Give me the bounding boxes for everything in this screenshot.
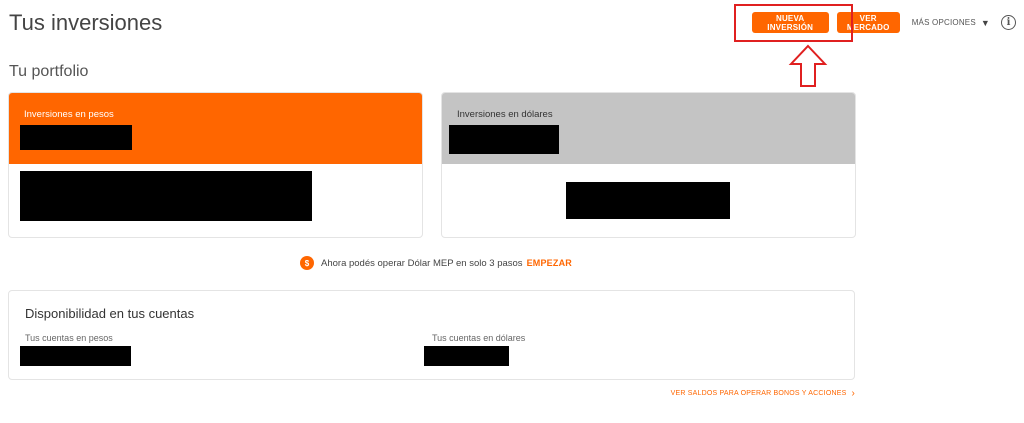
view-balances-link[interactable]: VER SALDOS PARA OPERAR BONOS Y ACCIONES … [671,388,855,399]
pesos-card-header: Inversiones en pesos [9,93,422,164]
more-options-label: MÁS OPCIONES [911,18,976,27]
page-title: Tus inversiones [9,10,163,35]
dolares-accounts-label: Tus cuentas en dólares [432,333,526,343]
redacted-block [20,125,132,150]
pesos-card-label: Inversiones en pesos [24,109,114,120]
availability-title: Disponibilidad en tus cuentas [25,306,195,321]
start-mep-link[interactable]: EMPEZAR [527,258,572,268]
portfolio-title: Tu portfolio [9,63,89,80]
pesos-investments-card[interactable]: Inversiones en pesos [8,92,423,238]
caret-down-icon: ▼ [980,17,990,28]
redacted-block [20,171,312,221]
redacted-block [566,182,730,219]
dollar-icon: $ [300,256,314,270]
mep-text: Ahora podés operar Dólar MEP en solo 3 p… [321,257,523,269]
more-options-dropdown[interactable]: MÁS OPCIONES ▼ [912,18,990,28]
dolares-investments-card[interactable]: Inversiones en dólares [441,92,856,238]
pesos-accounts-label: Tus cuentas en pesos [25,333,113,343]
annotation-highlight-box [734,4,853,42]
chevron-right-icon: › [851,388,855,399]
dolares-card-label: Inversiones en dólares [457,109,553,120]
annotation-up-arrow-icon [788,44,828,87]
mep-promo: $ Ahora podés operar Dólar MEP en solo 3… [300,256,572,270]
dolares-card-header: Inversiones en dólares [442,93,855,164]
redacted-block [424,346,509,366]
availability-card: Disponibilidad en tus cuentas Tus cuenta… [8,290,855,380]
info-icon[interactable]: i [1001,15,1016,30]
view-balances-label: VER SALDOS PARA OPERAR BONOS Y ACCIONES [670,390,847,397]
redacted-block [20,346,131,366]
redacted-block [449,125,559,154]
